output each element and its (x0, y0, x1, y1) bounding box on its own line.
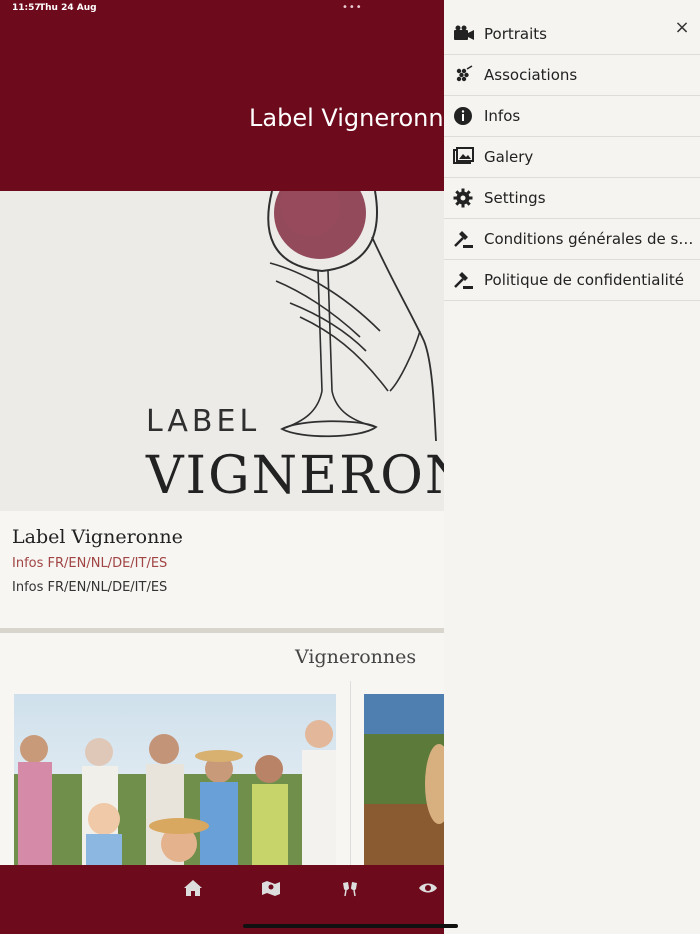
section-title: Vigneronnes (295, 646, 417, 668)
status-time: 11:57 (12, 3, 41, 13)
info-card[interactable]: Label Vigneronne Infos FR/EN/NL/DE/IT/ES… (0, 511, 444, 628)
drawer-item-label: Infos (484, 107, 521, 125)
drawer-item-privacy[interactable]: Politique de confidentialité (444, 260, 700, 301)
family-photo-card[interactable] (14, 694, 336, 865)
multitasking-dots[interactable]: ••• (342, 2, 363, 13)
drawer-item-infos[interactable]: Infos (444, 96, 700, 137)
hero-image: LABEL VIGNERON (0, 191, 444, 511)
info-card-title: Label Vigneronne (12, 526, 183, 548)
gear-icon (453, 188, 475, 208)
camera-icon (453, 24, 475, 44)
drawer-item-label: Associations (484, 66, 578, 84)
info-card-link[interactable]: Infos FR/EN/NL/DE/IT/ES (12, 556, 167, 571)
home-indicator[interactable] (243, 924, 458, 928)
gallery-icon (453, 147, 475, 167)
toast-icon[interactable] (340, 879, 362, 899)
vineyard-photo-card[interactable] (364, 694, 444, 865)
drawer-item-settings[interactable]: Settings (444, 178, 700, 219)
grapes-icon (453, 65, 475, 85)
drawer-item-associations[interactable]: Associations (444, 55, 700, 96)
home-icon[interactable] (183, 879, 205, 899)
card-separator (350, 681, 351, 865)
drawer-item-label: Galery (484, 148, 534, 166)
drawer-item-label: Portraits (484, 25, 547, 43)
eye-icon[interactable] (418, 879, 440, 899)
page-title: Label Vigneronne (249, 104, 459, 132)
gavel-icon (453, 229, 475, 249)
info-icon (453, 106, 475, 126)
gavel-icon (453, 270, 475, 290)
vigneronnes-section: Vigneronnes (0, 633, 444, 865)
drawer-item-label: Settings (484, 189, 546, 207)
drawer-item-conditions[interactable]: Conditions générales de se... (444, 219, 700, 260)
hero-brand-text: VIGNERON (146, 446, 444, 506)
drawer-item-galery[interactable]: Galery (444, 137, 700, 178)
map-icon[interactable] (261, 879, 283, 899)
hero-label-text: LABEL (146, 404, 261, 439)
drawer-item-portraits[interactable]: Portraits (444, 14, 700, 55)
info-card-text: Infos FR/EN/NL/DE/IT/ES (12, 580, 168, 595)
drawer-item-label: Conditions générales de se... (484, 230, 694, 248)
drawer-item-label: Politique de confidentialité (484, 271, 684, 289)
status-date: Thu 24 Aug (39, 3, 97, 13)
close-icon[interactable]: × (672, 18, 692, 38)
